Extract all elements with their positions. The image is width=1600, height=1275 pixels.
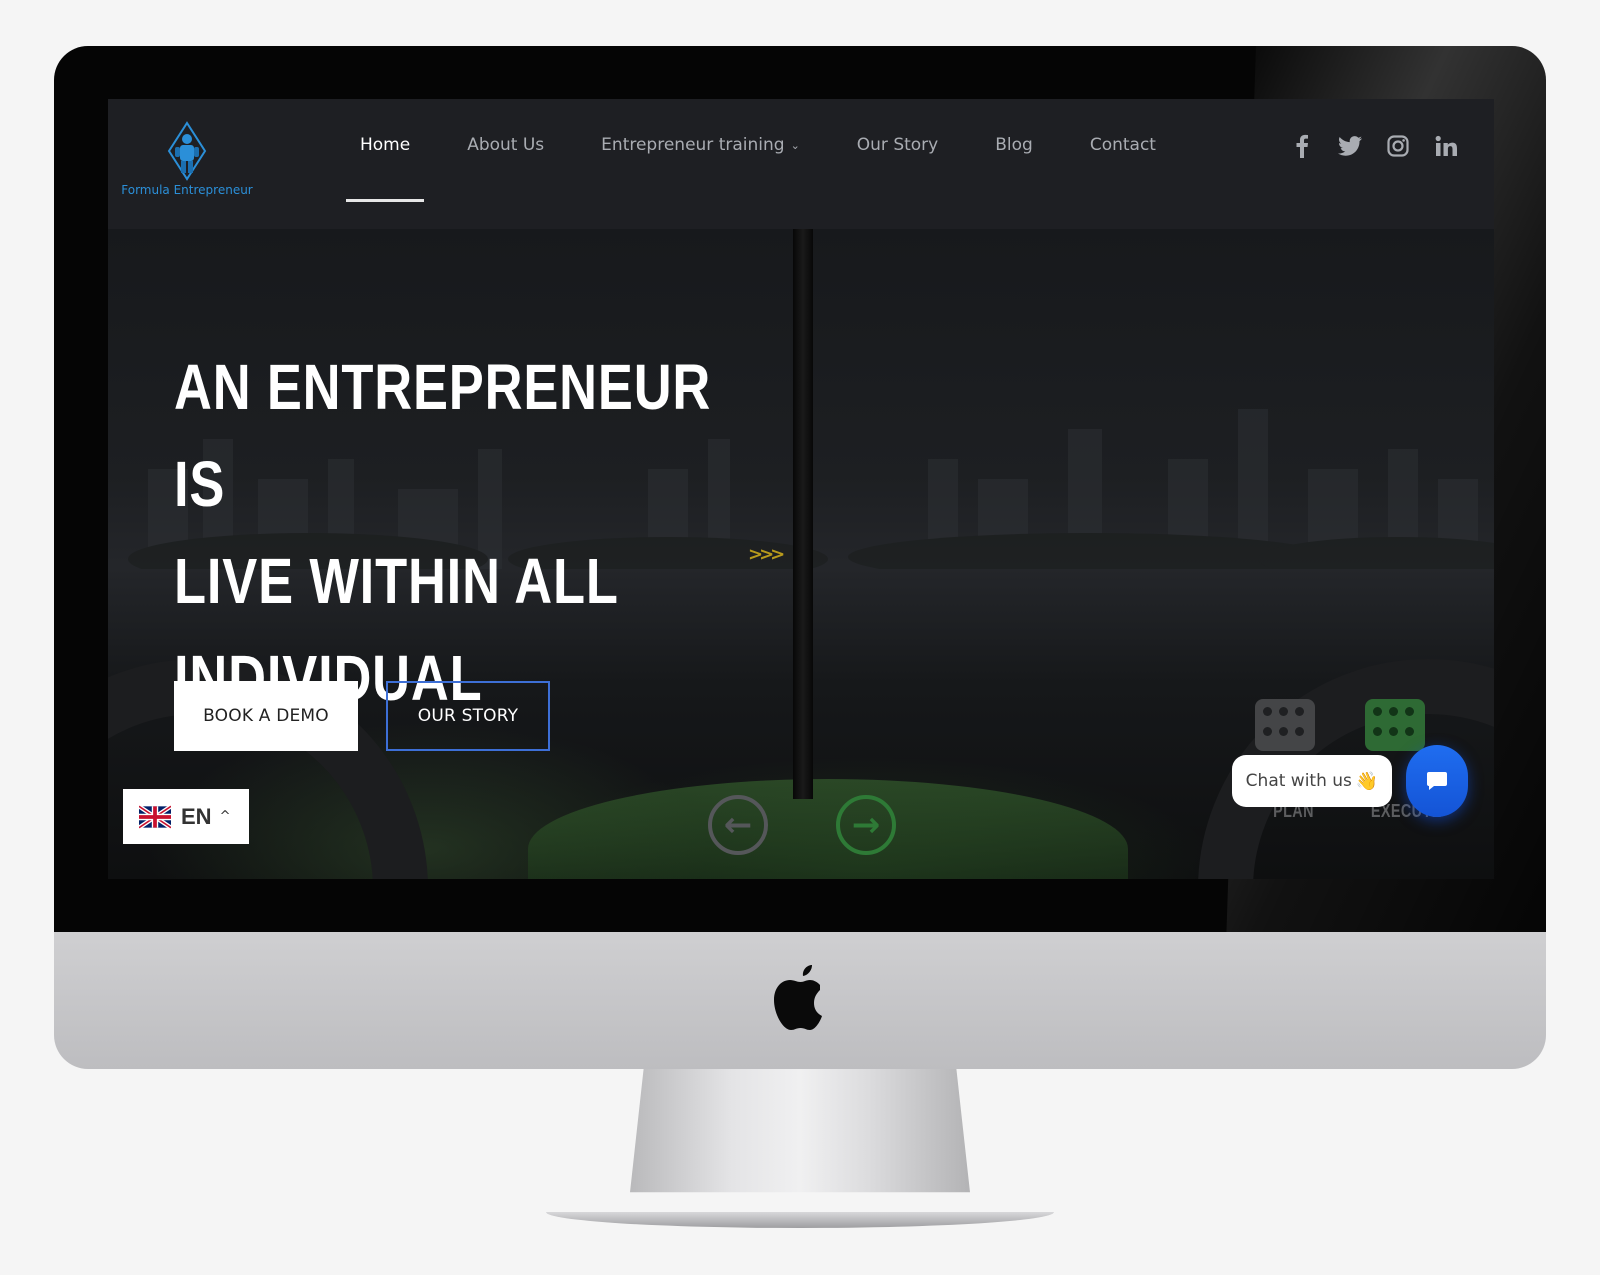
language-selector[interactable]: EN ^ xyxy=(123,789,249,844)
book-demo-button[interactable]: BOOK A DEMO xyxy=(174,681,358,751)
chevron-up-icon: ^ xyxy=(219,809,231,824)
our-story-button[interactable]: OUR STORY xyxy=(386,681,550,751)
racer-logo-icon xyxy=(167,121,207,181)
hero-headline: AN ENTREPRENEUR IS LIVE WITHIN ALL INDIV… xyxy=(174,339,748,727)
chat-launcher-button[interactable] xyxy=(1406,745,1468,817)
chevron-down-icon: ⌄ xyxy=(790,139,800,152)
site-logo[interactable]: Formula Entrepreneur xyxy=(121,121,253,207)
arrow-right-icon: → xyxy=(836,795,896,855)
nav-entrepreneur-training[interactable]: Entrepreneur training ⌄ xyxy=(601,99,800,229)
site-header: Formula Entrepreneur Home About Us Entre… xyxy=(108,99,1494,229)
website-screen: >>> PLAN EXECUTE ← → Formula Entrepreneu… xyxy=(108,99,1494,879)
twitter-icon[interactable] xyxy=(1338,133,1362,159)
arrow-left-icon: ← xyxy=(708,795,768,855)
nav-story-label: Our Story xyxy=(856,135,939,155)
social-links xyxy=(1290,133,1458,159)
facebook-icon[interactable] xyxy=(1290,133,1314,159)
nav-home[interactable]: Home xyxy=(346,99,425,229)
logo-text: Formula Entrepreneur xyxy=(121,183,253,197)
headline-line-1: AN ENTREPRENEUR IS xyxy=(174,351,712,520)
uk-flag-icon xyxy=(139,804,171,829)
chat-label: Chat with us xyxy=(1245,771,1352,791)
language-code: EN xyxy=(181,803,212,829)
apple-logo-icon xyxy=(774,965,822,1030)
nav-about-us[interactable]: About Us xyxy=(467,99,544,229)
linkedin-icon[interactable] xyxy=(1434,133,1458,159)
nav-blog-label: Blog xyxy=(995,135,1033,155)
nav-our-story[interactable]: Our Story xyxy=(857,99,938,229)
headline-line-2: LIVE WITHIN ALL xyxy=(174,545,619,617)
track-chevrons: >>> xyxy=(748,544,785,565)
imac-stand-base xyxy=(546,1212,1054,1228)
plan-game-button xyxy=(1255,699,1315,751)
wave-emoji: 👋 xyxy=(1355,770,1379,792)
active-underline xyxy=(346,199,425,202)
center-pole xyxy=(793,229,813,799)
nav-home-label: Home xyxy=(360,135,411,155)
chat-with-us-bubble[interactable]: Chat with us 👋 xyxy=(1232,755,1392,807)
nav-about-label: About Us xyxy=(467,135,545,155)
nav-blog[interactable]: Blog xyxy=(995,99,1033,229)
nav-training-label: Entrepreneur training xyxy=(601,135,785,155)
chat-icon xyxy=(1427,772,1447,790)
instagram-icon[interactable] xyxy=(1386,133,1410,159)
main-nav: Home About Us Entrepreneur training ⌄ Ou… xyxy=(346,99,1156,229)
nav-contact[interactable]: Contact xyxy=(1090,99,1156,229)
nav-contact-label: Contact xyxy=(1089,135,1156,155)
execute-game-button xyxy=(1365,699,1425,751)
imac-stand xyxy=(630,1069,970,1193)
